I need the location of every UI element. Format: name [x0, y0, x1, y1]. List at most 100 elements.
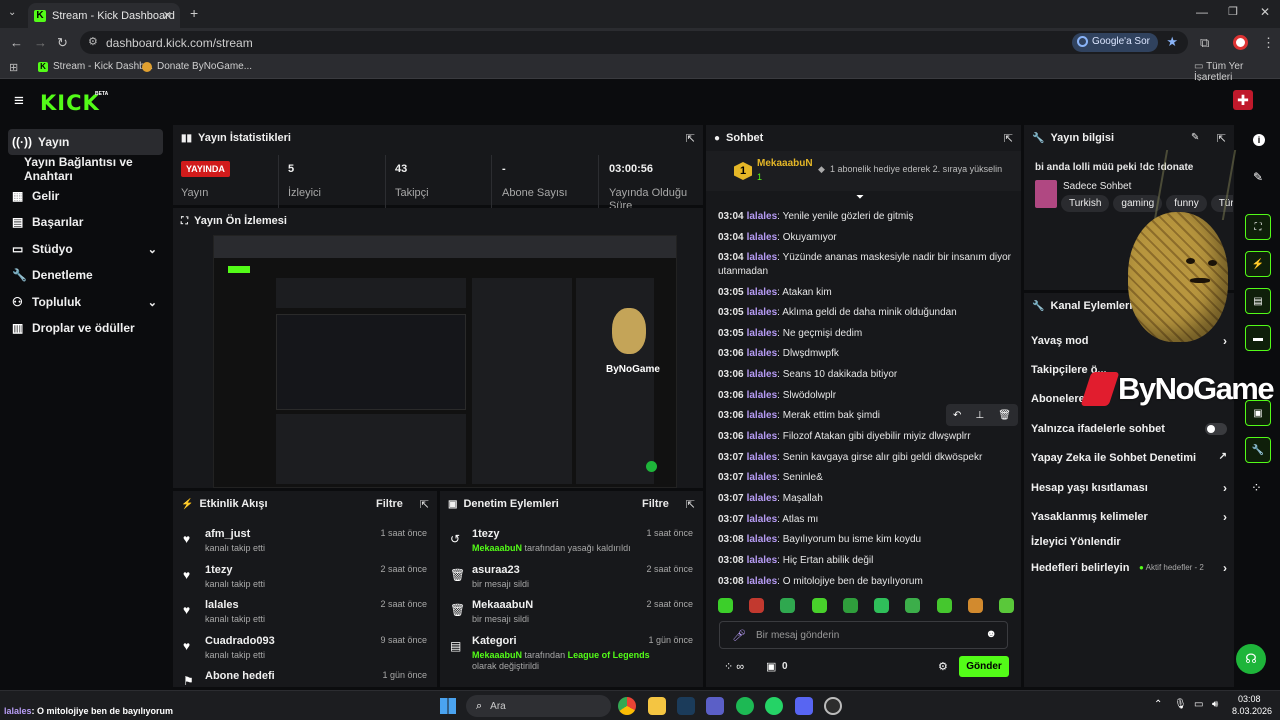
- emote-only-row[interactable]: Yalnızca ifadelerle sohbet: [1031, 423, 1227, 435]
- popout-icon[interactable]: ⇱: [1004, 132, 1013, 145]
- message-user[interactable]: lalales: [747, 307, 778, 318]
- chat-settings-icon[interactable]: ⚙: [938, 660, 948, 673]
- ask-google-button[interactable]: Google'a Sor: [1071, 33, 1158, 52]
- sidebar-item-moderation[interactable]: 🔧 Denetleme: [8, 262, 163, 288]
- sidebar-item-stream-key[interactable]: Yayın Bağlantısı ve Anahtarı: [8, 155, 168, 183]
- chat-message[interactable]: 03:07 lalales: Maşallah: [718, 492, 1014, 506]
- support-button[interactable]: ☊: [1236, 644, 1266, 674]
- popout-icon[interactable]: ⇱: [686, 498, 695, 511]
- window-close-icon[interactable]: ✕: [1260, 5, 1270, 19]
- tab-search-icon[interactable]: ⌄: [8, 7, 16, 18]
- kick-logo[interactable]: KICK: [40, 91, 100, 115]
- chat-message[interactable]: 03:07 lalales: Atlas mı: [718, 513, 1014, 527]
- message-user[interactable]: lalales: [747, 472, 778, 483]
- mic-tray-icon[interactable]: 🎙︎: [1174, 699, 1187, 710]
- popout-icon[interactable]: ⇱: [686, 132, 695, 145]
- rail-button-activity[interactable]: ⚡: [1245, 251, 1271, 277]
- chat-message[interactable]: 03:05 lalales: Aklıma geldi de daha minik…: [718, 306, 1014, 320]
- rail-button-notes[interactable]: ▤: [1245, 288, 1271, 314]
- rail-button-moderation[interactable]: ▣: [1245, 400, 1271, 426]
- more-widgets-icon[interactable]: ⁘: [1251, 480, 1262, 496]
- back-icon[interactable]: ←: [10, 35, 23, 50]
- message-user[interactable]: lalales: [747, 328, 778, 339]
- chat-message[interactable]: 03:04 lalales: Yüzünde ananas maskesiyle …: [718, 251, 1014, 279]
- message-user[interactable]: lalales: [747, 369, 778, 380]
- chat-message[interactable]: 03:06 lalales: Filozof Atakan gibi diyebi…: [718, 430, 1014, 444]
- message-user[interactable]: lalales: [747, 211, 778, 222]
- emote-icon[interactable]: [936, 598, 952, 613]
- file-explorer-icon[interactable]: [648, 697, 666, 715]
- emote-icon[interactable]: [811, 598, 827, 613]
- user-avatar[interactable]: ✚: [1233, 90, 1253, 110]
- menu-icon[interactable]: ⋮: [1262, 35, 1275, 51]
- community-points-icon[interactable]: ⁘ ∞: [724, 660, 744, 673]
- site-info-icon[interactable]: ⚙: [88, 35, 98, 48]
- chat-message[interactable]: 03:04 lalales: Okuyamıyor: [718, 231, 1014, 245]
- discord-icon[interactable]: [795, 697, 813, 715]
- extensions-icon[interactable]: ⧉: [1200, 35, 1209, 51]
- emote-icon[interactable]: [967, 598, 983, 613]
- emote-icon[interactable]: [842, 598, 858, 613]
- chrome-icon[interactable]: [618, 697, 636, 715]
- rail-button-preview[interactable]: ⛶: [1245, 214, 1271, 240]
- message-user[interactable]: lalales: [747, 534, 778, 545]
- emote-icon[interactable]: [874, 598, 890, 613]
- minimize-icon[interactable]: —: [1196, 5, 1208, 19]
- send-button[interactable]: Gönder: [959, 656, 1009, 677]
- new-tab-icon[interactable]: +: [190, 5, 198, 21]
- volume-icon[interactable]: 🔊︎: [1212, 699, 1218, 710]
- scroll-down-icon[interactable]: ⏷: [856, 192, 864, 203]
- teams-icon[interactable]: [706, 697, 724, 715]
- chat-message[interactable]: 03:06 lalales: Dlwşdmwpfk: [718, 347, 1014, 361]
- forward-icon[interactable]: →: [34, 35, 47, 50]
- emote-icon[interactable]: [780, 598, 796, 613]
- chat-message[interactable]: 03:05 lalales: Atakan kim: [718, 286, 1014, 300]
- reload-icon[interactable]: ↻: [57, 35, 68, 51]
- chat-message[interactable]: 03:07 lalales: Seninle&: [718, 471, 1014, 485]
- obs-icon[interactable]: [824, 697, 842, 715]
- windows-start-icon[interactable]: [440, 698, 456, 714]
- spotify-icon[interactable]: [736, 697, 754, 715]
- message-user[interactable]: lalales: [747, 555, 778, 566]
- edit-layout-icon[interactable]: ✎: [1253, 170, 1263, 184]
- emote-icon[interactable]: [749, 598, 765, 613]
- network-icon[interactable]: ▭: [1194, 699, 1203, 710]
- sidebar-item-stream[interactable]: ((·)) Yayın: [8, 129, 163, 155]
- address-bar[interactable]: ⚙ dashboard.kick.com/stream Google'a Sor…: [80, 31, 1188, 54]
- clock-date[interactable]: 8.03.2026: [1232, 706, 1272, 716]
- sidebar-item-achievements[interactable]: ▤ Başarılar: [8, 209, 163, 235]
- popout-icon[interactable]: ⇱: [420, 498, 429, 511]
- all-bookmarks[interactable]: ▭ Tüm Yer İşaretleri: [1194, 61, 1280, 83]
- message-user[interactable]: lalales: [747, 252, 778, 263]
- info-icon[interactable]: i: [1253, 134, 1265, 146]
- emote-icon[interactable]: [905, 598, 921, 613]
- rail-button-tools[interactable]: 🔧: [1245, 437, 1271, 463]
- bookmark-stream[interactable]: K Stream - Kick Dashb...: [38, 61, 153, 72]
- delete-icon[interactable]: 🗑: [998, 410, 1011, 421]
- banned-words-row[interactable]: Yasaklanmış kelimeler ›: [1031, 510, 1227, 524]
- account-age-row[interactable]: Hesap yaşı kısıtlaması ›: [1031, 481, 1227, 495]
- chat-message[interactable]: 03:06 lalales: Merak ettim bak şimdi: [718, 409, 944, 423]
- whatsapp-icon[interactable]: [765, 697, 783, 715]
- apps-icon[interactable]: ⊞: [9, 61, 18, 74]
- sidebar-item-studio[interactable]: ▭ Stüdyo ⌄: [8, 236, 163, 262]
- emote-only-toggle[interactable]: [1205, 423, 1227, 435]
- sidebar-item-revenue[interactable]: ▦ Gelir: [8, 183, 163, 209]
- clock-time[interactable]: 03:08: [1238, 694, 1261, 704]
- edit-icon[interactable]: ✎: [1191, 132, 1199, 143]
- raid-row[interactable]: İzleyici Yönlendir: [1031, 536, 1227, 548]
- chat-input[interactable]: 🎤︎ Bir mesaj gönderin ☻: [719, 621, 1008, 649]
- reply-icon[interactable]: ↶: [953, 410, 961, 421]
- rail-button-chat[interactable]: ▬: [1245, 325, 1271, 351]
- emote-icon[interactable]: [998, 598, 1014, 613]
- tab-close-icon[interactable]: ✕: [163, 9, 172, 22]
- chat-message[interactable]: 03:07 lalales: Senin kavgaya girse alır g…: [718, 451, 1014, 465]
- bookmark-star-icon[interactable]: ★: [1166, 34, 1178, 50]
- chat-message[interactable]: 03:05 lalales: Ne geçmişi dedim: [718, 327, 1014, 341]
- emoji-icon[interactable]: ☻: [985, 628, 997, 640]
- hamburger-menu-icon[interactable]: ≡: [14, 91, 24, 111]
- chat-message[interactable]: 03:08 lalales: O mitolojiye ben de bayılı…: [718, 575, 1014, 589]
- goals-row[interactable]: Hedefleri belirleyin ● Aktif hedefler - …: [1031, 561, 1227, 575]
- message-user[interactable]: lalales: [747, 348, 778, 359]
- stream-preview-video[interactable]: ByNoGame: [213, 235, 677, 488]
